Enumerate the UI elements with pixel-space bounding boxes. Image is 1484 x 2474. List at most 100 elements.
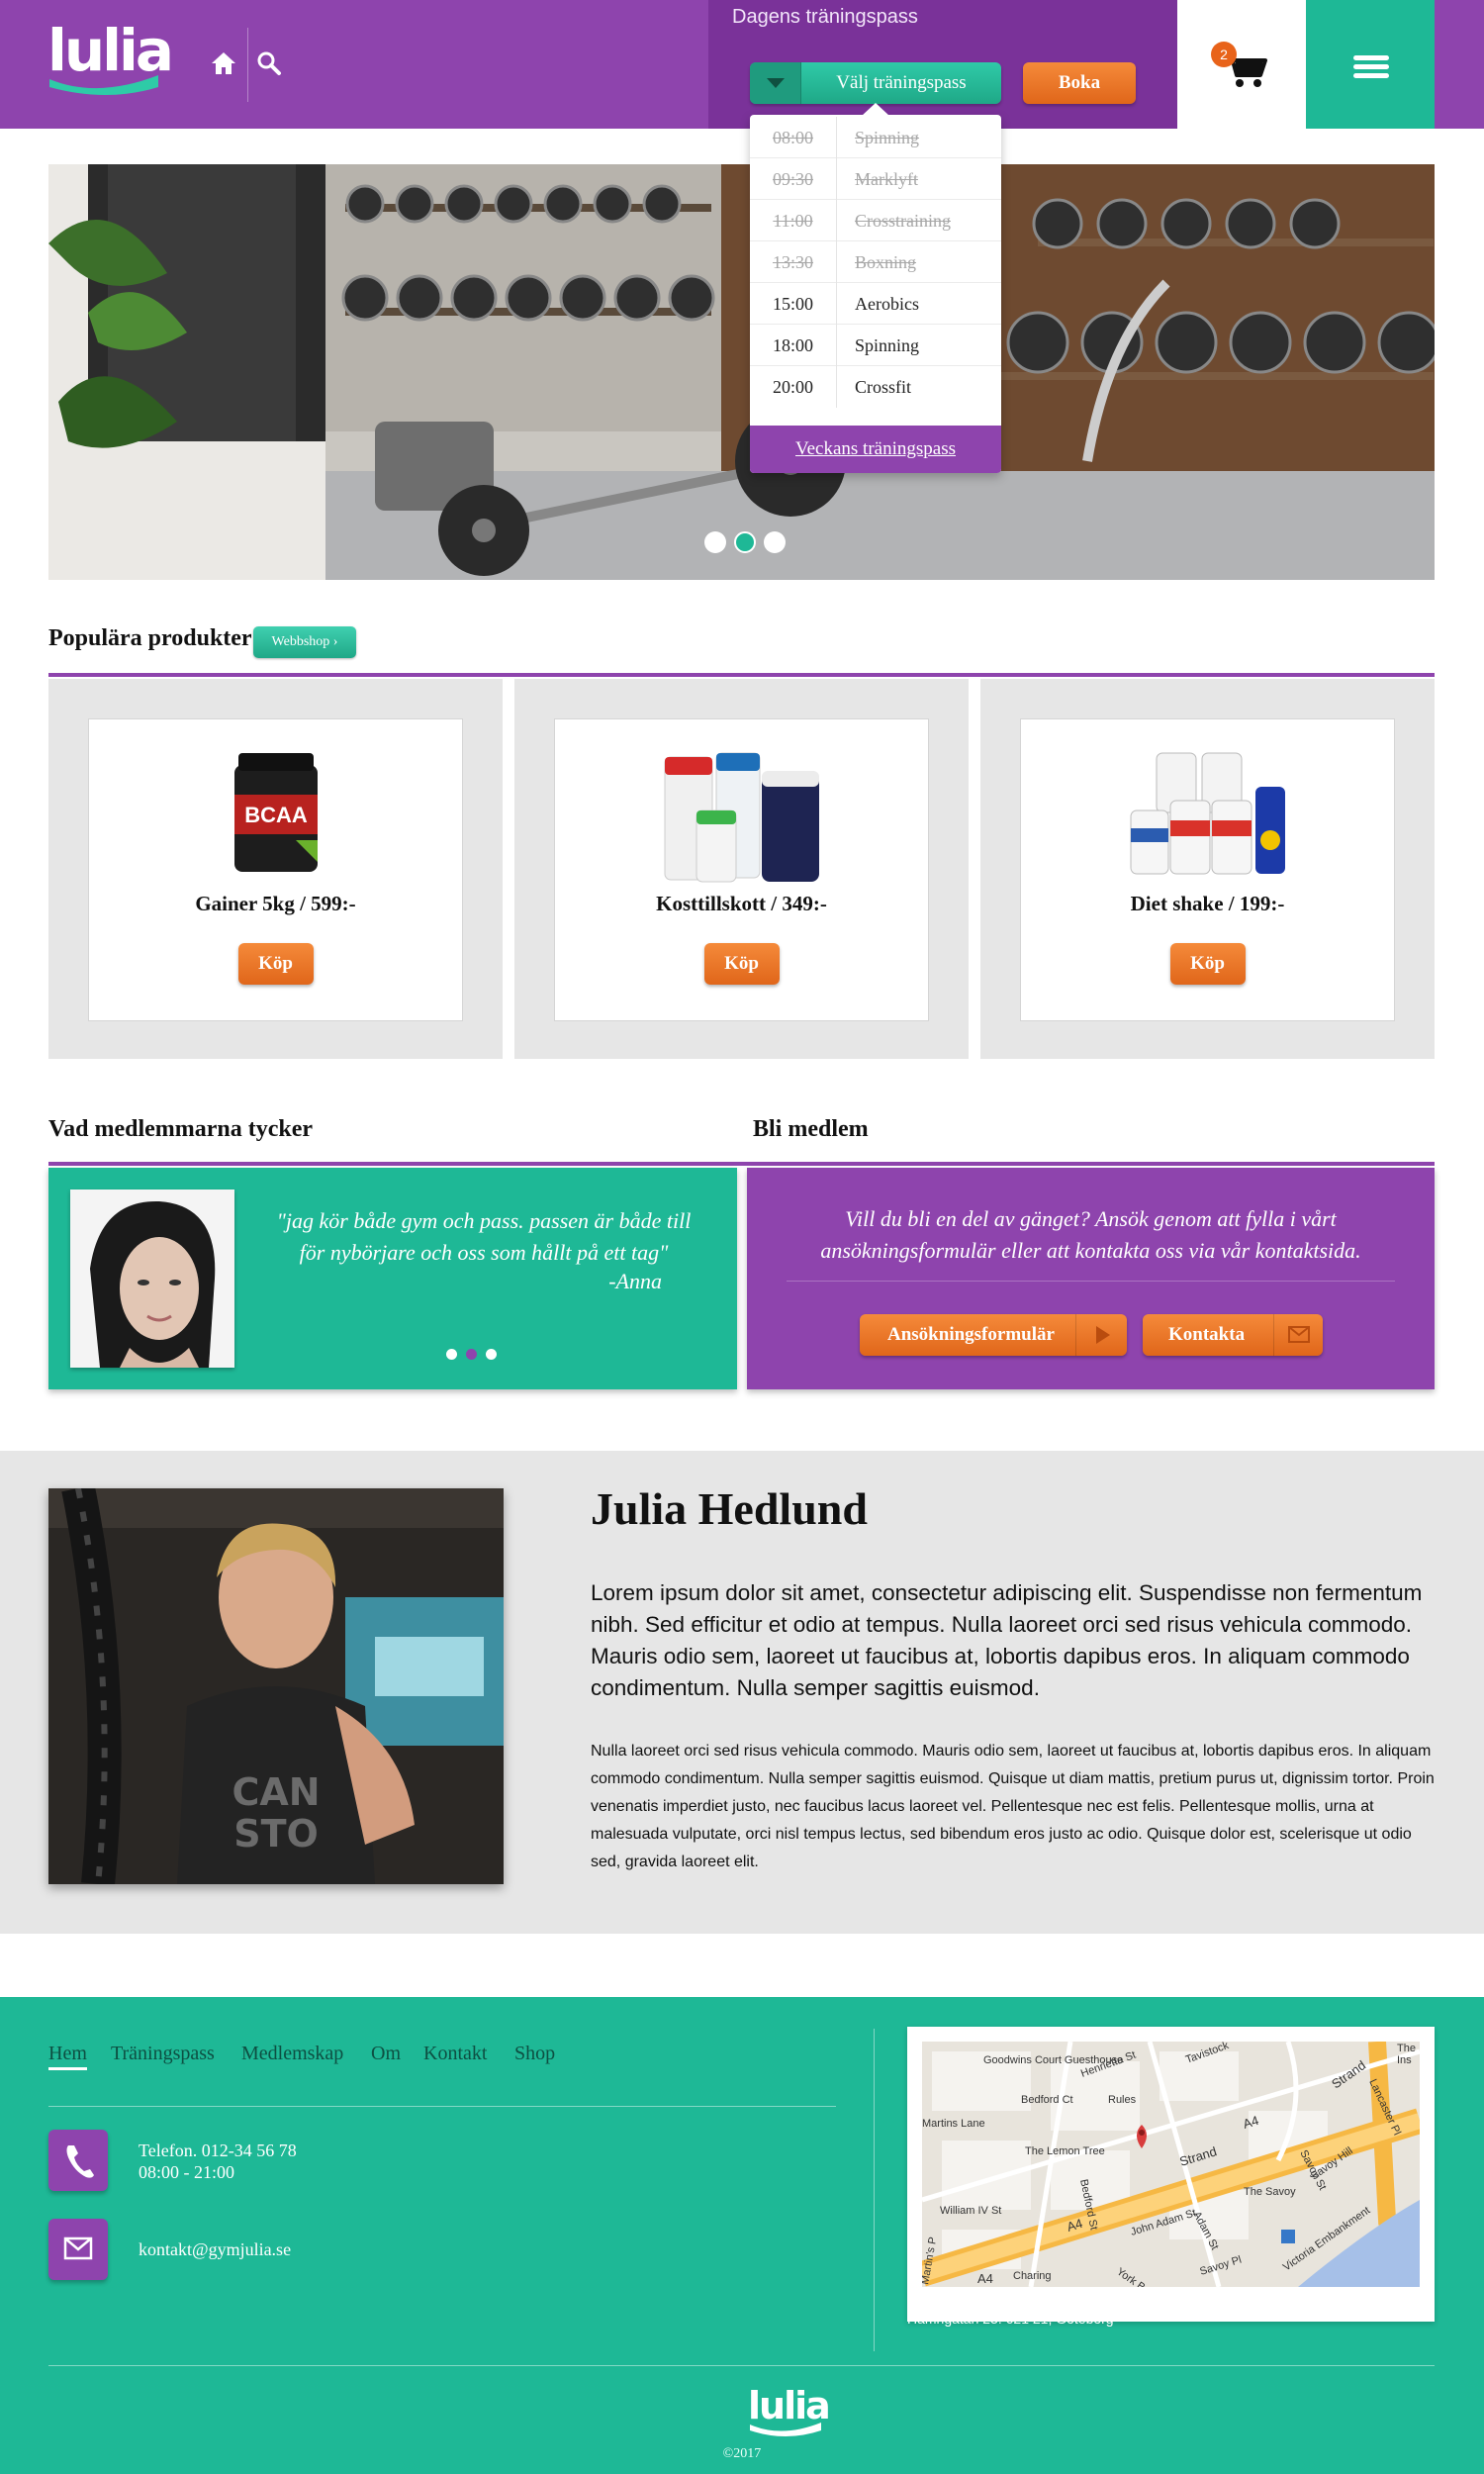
footer-nav-contact[interactable]: Kontakt xyxy=(423,2043,487,2065)
contact-button[interactable]: Kontakta xyxy=(1143,1314,1323,1356)
about-name: Julia Hedlund xyxy=(591,1483,868,1534)
slider-dot-2[interactable] xyxy=(734,531,756,553)
dropdown-item[interactable]: 09:30 Marklyft xyxy=(750,158,1001,200)
footer-divider xyxy=(48,2106,836,2107)
select-training-label: Välj träningspass xyxy=(836,72,967,93)
about-section: CAN STO Julia Hedlund Lorem ipsum dolor … xyxy=(0,1451,1484,1934)
footer-nav-home[interactable]: Hem xyxy=(48,2043,87,2070)
testimonial-quote: "jag kör både gym och pass. passen är bå… xyxy=(276,1208,692,1265)
search-icon[interactable] xyxy=(255,49,283,77)
svg-text:STO: STO xyxy=(233,1812,319,1856)
dropdown-item-time: 11:00 xyxy=(750,200,837,241)
hero-slider xyxy=(48,164,1435,580)
svg-text:CAN: CAN xyxy=(232,1770,320,1814)
dropdown-item[interactable]: 08:00 Spinning xyxy=(750,117,1001,158)
logo-swoosh-icon xyxy=(750,2423,821,2436)
buy-button[interactable]: Köp xyxy=(703,943,780,985)
footer-logo[interactable]: lulia xyxy=(748,2387,831,2442)
slider-dot-3[interactable] xyxy=(764,531,786,553)
testimonial-dot-2[interactable] xyxy=(466,1349,477,1360)
map-view[interactable]: Goodwins Court Guesthouse Bedford Ct The… xyxy=(918,2040,1425,2305)
testimonial-card: "jag kör både gym och pass. passen är bå… xyxy=(48,1168,737,1389)
phone-icon xyxy=(48,2130,108,2191)
dropdown-item-time: 08:00 xyxy=(750,117,837,158)
member-avatar xyxy=(70,1189,234,1368)
map-label: The Savoy xyxy=(1244,2186,1296,2198)
logo[interactable]: lulia xyxy=(47,22,174,101)
buy-button[interactable]: Köp xyxy=(1169,943,1246,985)
footer-nav-membership[interactable]: Medlemskap xyxy=(241,2043,343,2065)
map-label: Martins Lane xyxy=(922,2118,985,2130)
site-footer: Hem Träningspass Medlemskap Om Kontakt S… xyxy=(0,1997,1484,2474)
section-divider xyxy=(48,673,1435,677)
envelope-icon xyxy=(1273,1314,1323,1356)
play-arrow-icon xyxy=(1075,1314,1127,1356)
map-label: Rules xyxy=(1108,2094,1137,2106)
dropdown-item[interactable]: 15:00 Aerobics xyxy=(750,283,1001,325)
dropdown-item-time: 13:30 xyxy=(750,241,837,283)
slider-dot-1[interactable] xyxy=(704,531,726,553)
map[interactable]: Goodwins Court Guesthouse Bedford Ct The… xyxy=(907,2027,1435,2322)
webshop-label: Webbshop xyxy=(271,634,330,649)
footer-nav-shop[interactable]: Shop xyxy=(514,2043,555,2065)
footer-vertical-divider xyxy=(874,2029,875,2351)
dropdown-item[interactable]: 18:00 Spinning xyxy=(750,325,1001,366)
product-name: Diet shake / 199:- xyxy=(1130,892,1285,915)
product-image-diet-shake xyxy=(1130,752,1285,875)
webshop-button[interactable]: Webbshop › xyxy=(253,626,356,658)
book-button[interactable]: Boka xyxy=(1023,62,1136,104)
member-title: Bli medlem xyxy=(753,1116,869,1142)
home-icon[interactable] xyxy=(210,49,237,77)
dropdown-item-name: Marklyft xyxy=(855,169,918,189)
testimonial-title: Vad medlemmarna tycker xyxy=(48,1116,314,1142)
dropdown-item-time: 15:00 xyxy=(750,283,837,325)
testimonial-dot-3[interactable] xyxy=(486,1349,497,1360)
address-text: Hamngatan 23. 621 21, Göteborg xyxy=(907,2311,1114,2327)
footer-divider xyxy=(48,2365,1435,2366)
hamburger-menu-icon[interactable] xyxy=(1353,55,1389,79)
map-label: Charing xyxy=(1013,2270,1052,2282)
email-link[interactable]: kontakt@gymjulia.se xyxy=(139,2238,291,2260)
chevron-down-icon[interactable] xyxy=(750,62,801,104)
membership-card: Vill du bli en del av gänget? Ansök geno… xyxy=(747,1168,1435,1389)
dropdown-item[interactable]: 11:00 Crosstraining xyxy=(750,200,1001,241)
application-form-button[interactable]: Ansökningsformulär xyxy=(860,1314,1127,1356)
dropdown-item-time: 18:00 xyxy=(750,325,837,366)
footer-nav-training[interactable]: Träningspass xyxy=(111,2043,215,2065)
buy-button[interactable]: Köp xyxy=(237,943,314,985)
phone-text: Telefon. 012-34 56 78 08:00 - 21:00 xyxy=(139,2140,297,2183)
training-title: Dagens träningspass xyxy=(732,6,918,28)
contact-label: Kontakta xyxy=(1168,1324,1246,1345)
dropdown-item-name: Spinning xyxy=(855,335,920,355)
dropdown-item-name: Boxning xyxy=(855,252,917,272)
cart-count-badge: 2 xyxy=(1211,42,1237,67)
map-label: Bedford Ct xyxy=(1021,2094,1073,2106)
product-name: Kosttillskott / 349:- xyxy=(656,892,827,915)
dropdown-item-name: Crosstraining xyxy=(855,211,951,231)
nav-divider xyxy=(247,28,248,102)
product-image-bcaa: BCAA xyxy=(233,753,318,872)
opening-hours: 08:00 - 21:00 xyxy=(139,2162,234,2182)
weekly-training-link[interactable]: Veckans träningspass xyxy=(750,426,1001,473)
phone-number: Telefon. 012-34 56 78 xyxy=(139,2141,297,2160)
dropdown-item[interactable]: 20:00 Crossfit xyxy=(750,366,1001,408)
product-name: Gainer 5kg / 599:- xyxy=(195,892,356,915)
chevron-right-icon: › xyxy=(332,634,338,649)
dropdown-item[interactable]: 13:30 Boxning xyxy=(750,241,1001,283)
dropdown-item-name: Aerobics xyxy=(855,294,919,314)
footer-nav-about[interactable]: Om xyxy=(371,2043,401,2065)
select-training-dropdown[interactable]: Välj träningspass xyxy=(750,62,1001,104)
product-image-supplements xyxy=(664,752,819,883)
application-form-label: Ansökningsformulär xyxy=(887,1324,1055,1345)
training-dropdown-menu: 08:00 Spinning 09:30 Marklyft 11:00 Cros… xyxy=(750,103,1001,473)
map-label: Ins xyxy=(1397,2054,1412,2066)
mail-icon xyxy=(48,2219,108,2280)
product-card: Diet shake / 199:- Köp xyxy=(1020,718,1395,1021)
product-column: BCAA Gainer 5kg / 599:- Köp xyxy=(48,679,503,1059)
svg-text:BCAA: BCAA xyxy=(244,803,308,827)
map-label: William IV St xyxy=(940,2205,1001,2217)
gym-photo xyxy=(48,164,1435,580)
dropdown-item-name: Spinning xyxy=(855,128,920,147)
dropdown-item-time: 20:00 xyxy=(750,366,837,408)
testimonial-dot-1[interactable] xyxy=(446,1349,457,1360)
